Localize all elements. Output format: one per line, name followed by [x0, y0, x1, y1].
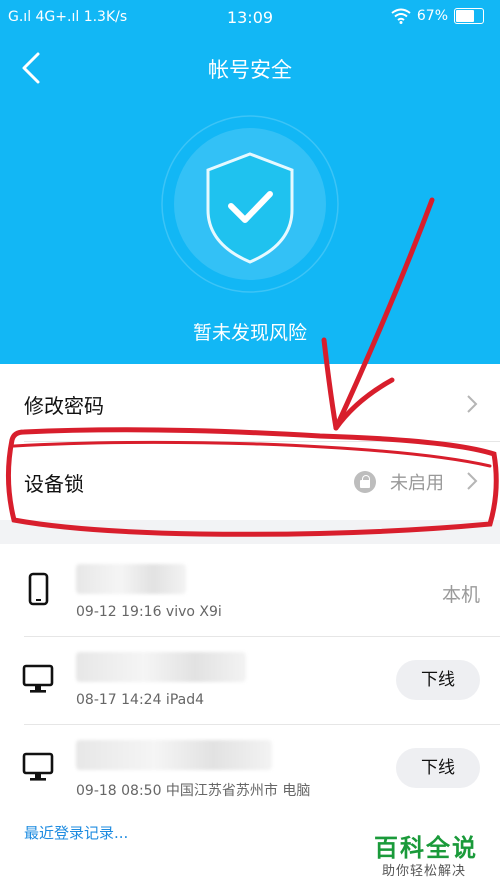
- title-bar: 帐号安全: [0, 34, 500, 102]
- device-login-info: 09-12 19:16 vivo X9i: [76, 604, 222, 620]
- lock-icon: [354, 471, 376, 493]
- security-settings-card: 修改密码 设备锁 未启用: [0, 364, 500, 520]
- device-lock-label: 设备锁: [24, 472, 84, 496]
- logout-device-button[interactable]: 下线: [396, 748, 480, 788]
- page-title: 帐号安全: [208, 58, 292, 82]
- device-name-blurred: [76, 740, 272, 770]
- wifi-icon: [391, 8, 411, 24]
- device-lock-status: 未启用: [390, 473, 444, 494]
- chevron-right-icon: [467, 395, 478, 413]
- device-item: 08-17 14:24 iPad4 下线: [0, 636, 500, 724]
- logout-device-button[interactable]: 下线: [396, 660, 480, 700]
- shield-check-icon: [161, 115, 339, 293]
- change-password-label: 修改密码: [24, 394, 104, 418]
- device-item: 09-12 19:16 vivo X9i 本机: [0, 548, 500, 636]
- watermark-logo: 百科全说 助你轻松解决: [368, 826, 488, 882]
- risk-status-text: 暂未发现风险: [192, 322, 307, 344]
- battery-icon: [454, 8, 484, 24]
- watermark-title: 百科全说: [374, 834, 478, 862]
- device-lock-row[interactable]: 设备锁 未启用: [0, 442, 500, 520]
- current-device-label: 本机: [441, 584, 480, 606]
- device-login-info: 09-18 08:50 中国江苏省苏州市 电脑: [76, 783, 311, 799]
- recent-login-records-link[interactable]: 最近登录记录...: [24, 822, 128, 843]
- status-bar: G.ıl 4G+.ıl 1.3K/s 13:09 67%: [0, 0, 500, 34]
- device-login-info: 08-17 14:24 iPad4: [76, 692, 205, 708]
- phone-icon: [28, 572, 49, 606]
- device-name-blurred: [76, 652, 246, 682]
- monitor-icon: [22, 664, 54, 693]
- device-name-blurred: [76, 564, 186, 594]
- battery-percent: 67%: [416, 8, 448, 24]
- chevron-right-icon: [467, 472, 478, 490]
- device-item: 09-18 08:50 中国江苏省苏州市 电脑 下线: [0, 724, 500, 812]
- watermark-subtitle: 助你轻松解决: [382, 864, 467, 879]
- monitor-icon: [22, 752, 54, 781]
- security-hero: 暂未发现风险: [0, 102, 500, 364]
- change-password-row[interactable]: 修改密码: [0, 364, 500, 441]
